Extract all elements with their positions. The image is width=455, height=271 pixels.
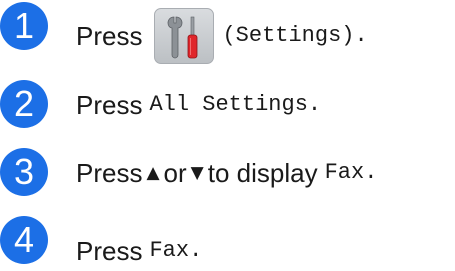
step-instruction: Press All Settings.	[76, 90, 321, 120]
press-label: Press	[76, 21, 143, 51]
step-number-badge: 2	[0, 80, 48, 128]
settings-tools-icon	[168, 16, 198, 59]
settings-button[interactable]	[154, 8, 215, 64]
down-arrow-icon: ▼	[190, 163, 204, 183]
press-label: Press	[76, 90, 143, 120]
press-label: Press	[76, 236, 143, 266]
fax-label: Fax.	[324, 160, 378, 185]
step-2: 2 Press All Settings.	[0, 80, 455, 136]
or-label: or	[163, 158, 187, 188]
step-instruction: Press ▲ or ▼ to display Fax.	[76, 158, 377, 188]
step-number-badge: 4	[0, 216, 48, 264]
all-settings-label: All Settings.	[149, 92, 322, 117]
to-display-label: to display	[207, 158, 318, 188]
step-4: 4 Press Fax.	[0, 214, 455, 270]
up-arrow-icon: ▲	[146, 163, 160, 183]
step-instruction: Press (Settings).	[76, 8, 368, 64]
fax-label: Fax.	[149, 238, 203, 263]
step-1: 1 Press (Settings).	[0, 0, 455, 64]
step-number-badge: 1	[0, 2, 48, 50]
step-instruction: Press Fax.	[76, 236, 202, 266]
settings-label: (Settings).	[222, 23, 368, 48]
step-number-badge: 3	[0, 148, 48, 196]
step-3: 3 Press ▲ or ▼ to display Fax.	[0, 148, 455, 204]
press-label: Press	[76, 158, 143, 188]
